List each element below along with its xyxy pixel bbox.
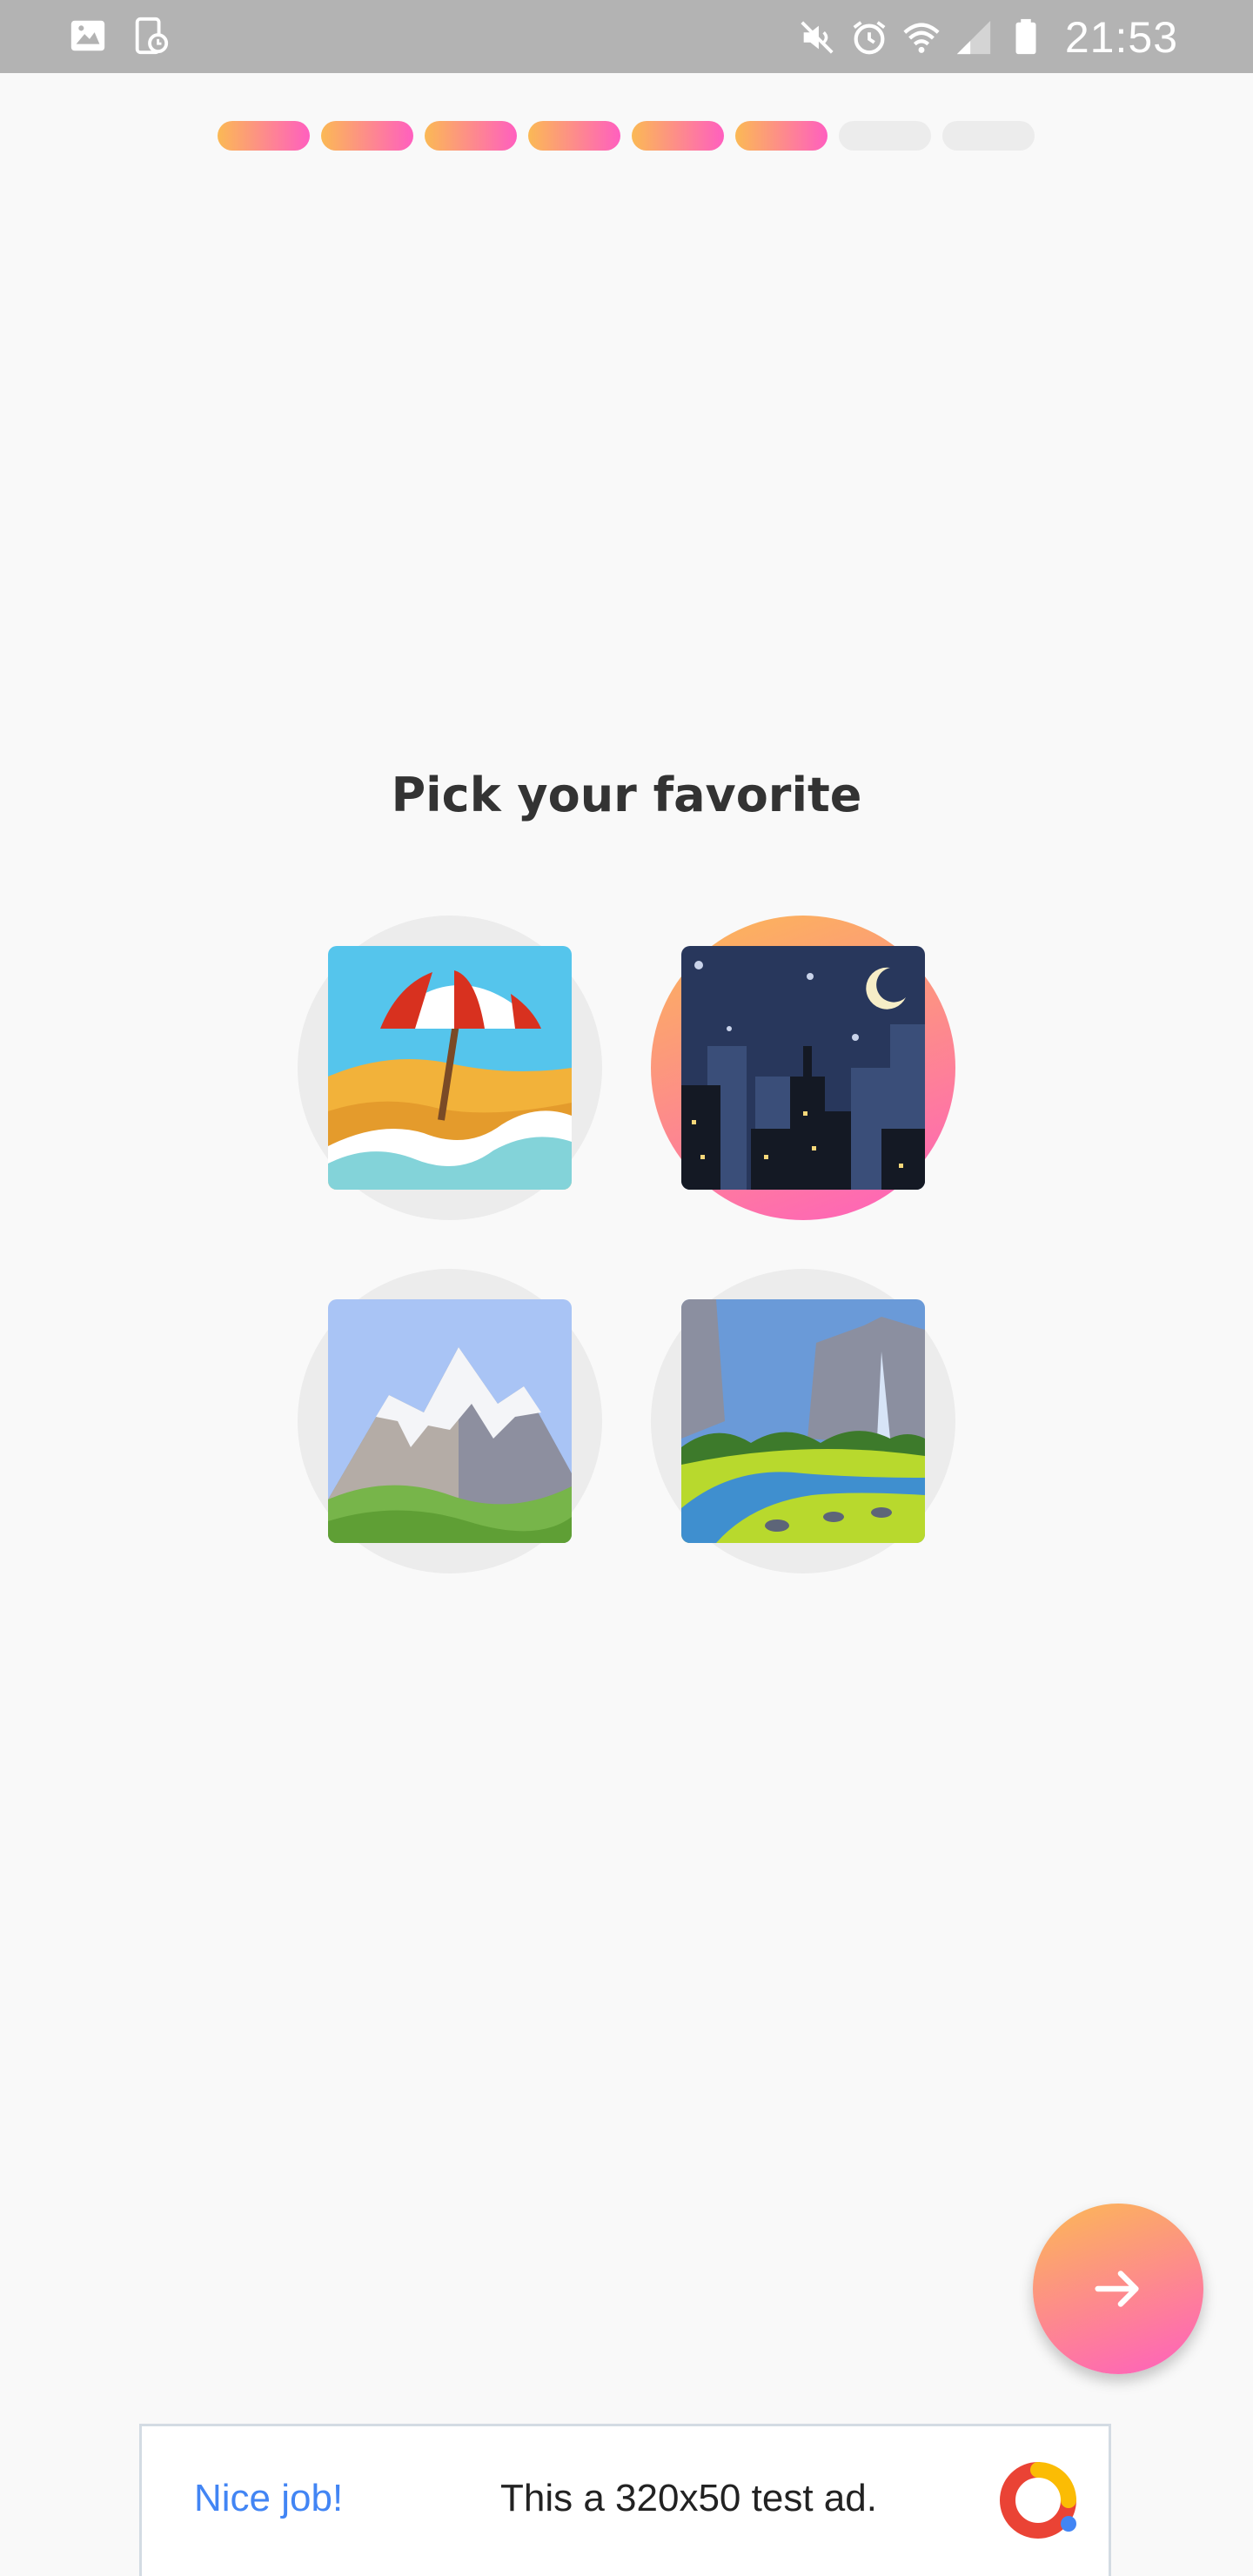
option-night-city[interactable]: [651, 916, 955, 1220]
progress-step: [942, 121, 1035, 151]
arrow-right-icon: [1095, 2271, 1139, 2307]
alarm-icon: [853, 21, 886, 55]
page-title: Pick your favorite: [391, 768, 862, 822]
next-button[interactable]: [1033, 2204, 1203, 2374]
progress-step: [839, 121, 931, 151]
night-with-stars-icon: [681, 946, 925, 1190]
mute-icon: [801, 21, 834, 54]
option-beach[interactable]: [298, 916, 602, 1220]
ad-text[interactable]: This a 320x50 test ad.: [500, 2477, 877, 2520]
national-park-icon: [681, 1299, 925, 1543]
progress-step: [735, 121, 828, 151]
progress-indicator: [218, 121, 1035, 151]
ad-logo-icon[interactable]: [999, 2461, 1077, 2539]
wifi-icon: [903, 23, 940, 53]
progress-step: [632, 121, 724, 151]
progress-step: [528, 121, 620, 151]
signal-icon: [956, 20, 991, 55]
beach-with-umbrella-icon: [328, 946, 572, 1190]
screenshot-icon: [135, 17, 169, 55]
image-icon: [70, 20, 105, 51]
ad-banner[interactable]: Nice job! This a 320x50 test ad.: [139, 2424, 1111, 2576]
status-bar: 21:53: [0, 0, 1253, 73]
snow-capped-mountain-icon: [328, 1299, 572, 1543]
progress-step: [321, 121, 413, 151]
status-time: 21:53: [1064, 13, 1178, 62]
ad-label[interactable]: Nice job!: [194, 2477, 343, 2520]
battery-icon: [1015, 18, 1036, 55]
option-national-park[interactable]: [651, 1269, 955, 1573]
option-mountain[interactable]: [298, 1269, 602, 1573]
progress-step: [218, 121, 310, 151]
progress-step: [425, 121, 517, 151]
